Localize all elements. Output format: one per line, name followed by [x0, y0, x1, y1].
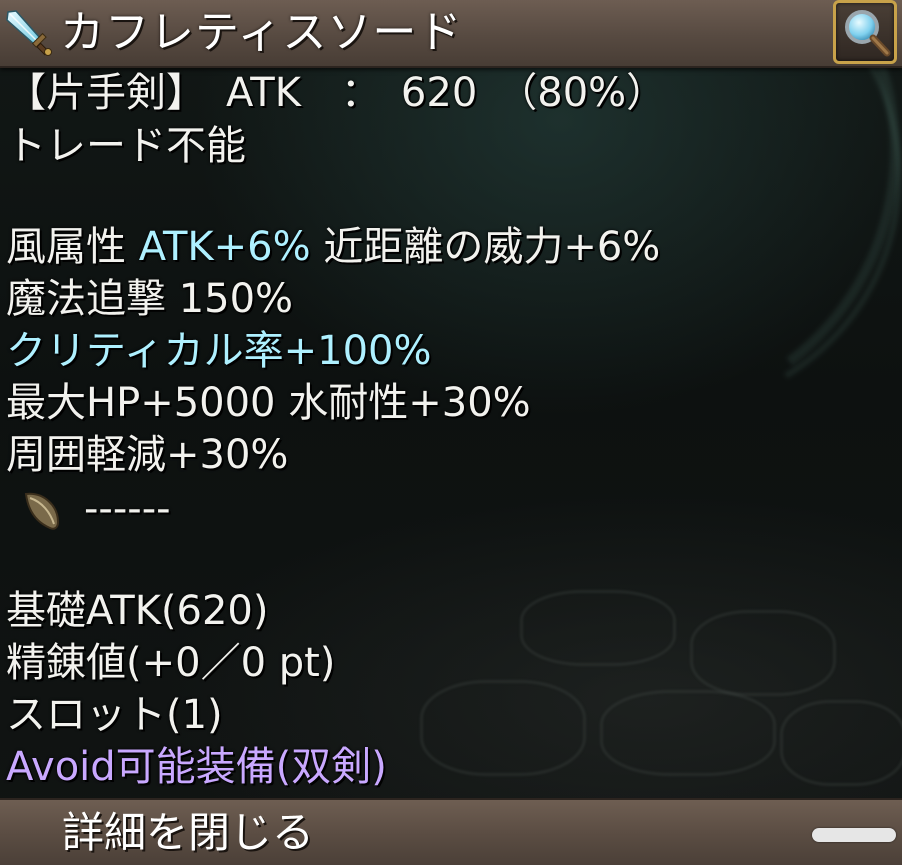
effect-wind-line: 風属性 ATK+6% 近距離の威力+6% — [6, 222, 660, 272]
effect-melee: 近距離の威力+6% — [310, 224, 661, 270]
magnifier-icon — [845, 10, 891, 57]
refine-value: 精錬値(+0／0 pt) — [6, 640, 336, 686]
effect-wind-label: 風属性 — [6, 224, 139, 270]
base-atk: 基礎ATK(620) — [6, 588, 269, 634]
drag-handle[interactable] — [812, 828, 896, 842]
background-cobble — [520, 590, 676, 666]
slot-count: スロット(1) — [6, 692, 223, 738]
item-title: カフレティスソード — [60, 7, 463, 58]
effect-crit: クリティカル率+100% — [6, 328, 432, 374]
sword-icon — [6, 10, 52, 56]
weapon-type-line: 【片手剣】 ATK ： 620 （80%） — [6, 70, 667, 116]
effect-magic-followup: 魔法追撃 150% — [6, 276, 294, 322]
effect-wind-atk: ATK+6% — [138, 224, 311, 270]
leaf-icon — [24, 492, 60, 530]
background-cobble — [690, 610, 836, 696]
background-cobble — [420, 680, 586, 776]
enchant-slot-line: ------ — [84, 486, 171, 532]
item-header: カフレティスソード — [0, 0, 902, 68]
close-details-button[interactable]: 詳細を閉じる — [0, 798, 902, 865]
avoid-equipment: Avoid可能装備(双剣) — [6, 744, 387, 790]
background-cobble — [600, 690, 776, 776]
effect-hp-water: 最大HP+5000 水耐性+30% — [6, 380, 531, 426]
zoom-button[interactable] — [833, 0, 897, 64]
item-detail-panel: カフレティスソード 【片手剣】 ATK ： 620 （80%） トレード不能 風… — [0, 0, 902, 865]
background-cobble — [780, 700, 902, 786]
effect-area-reduction: 周囲軽減+30% — [6, 432, 289, 478]
close-details-label: 詳細を閉じる — [62, 808, 315, 857]
trade-restriction: トレード不能 — [6, 123, 246, 169]
